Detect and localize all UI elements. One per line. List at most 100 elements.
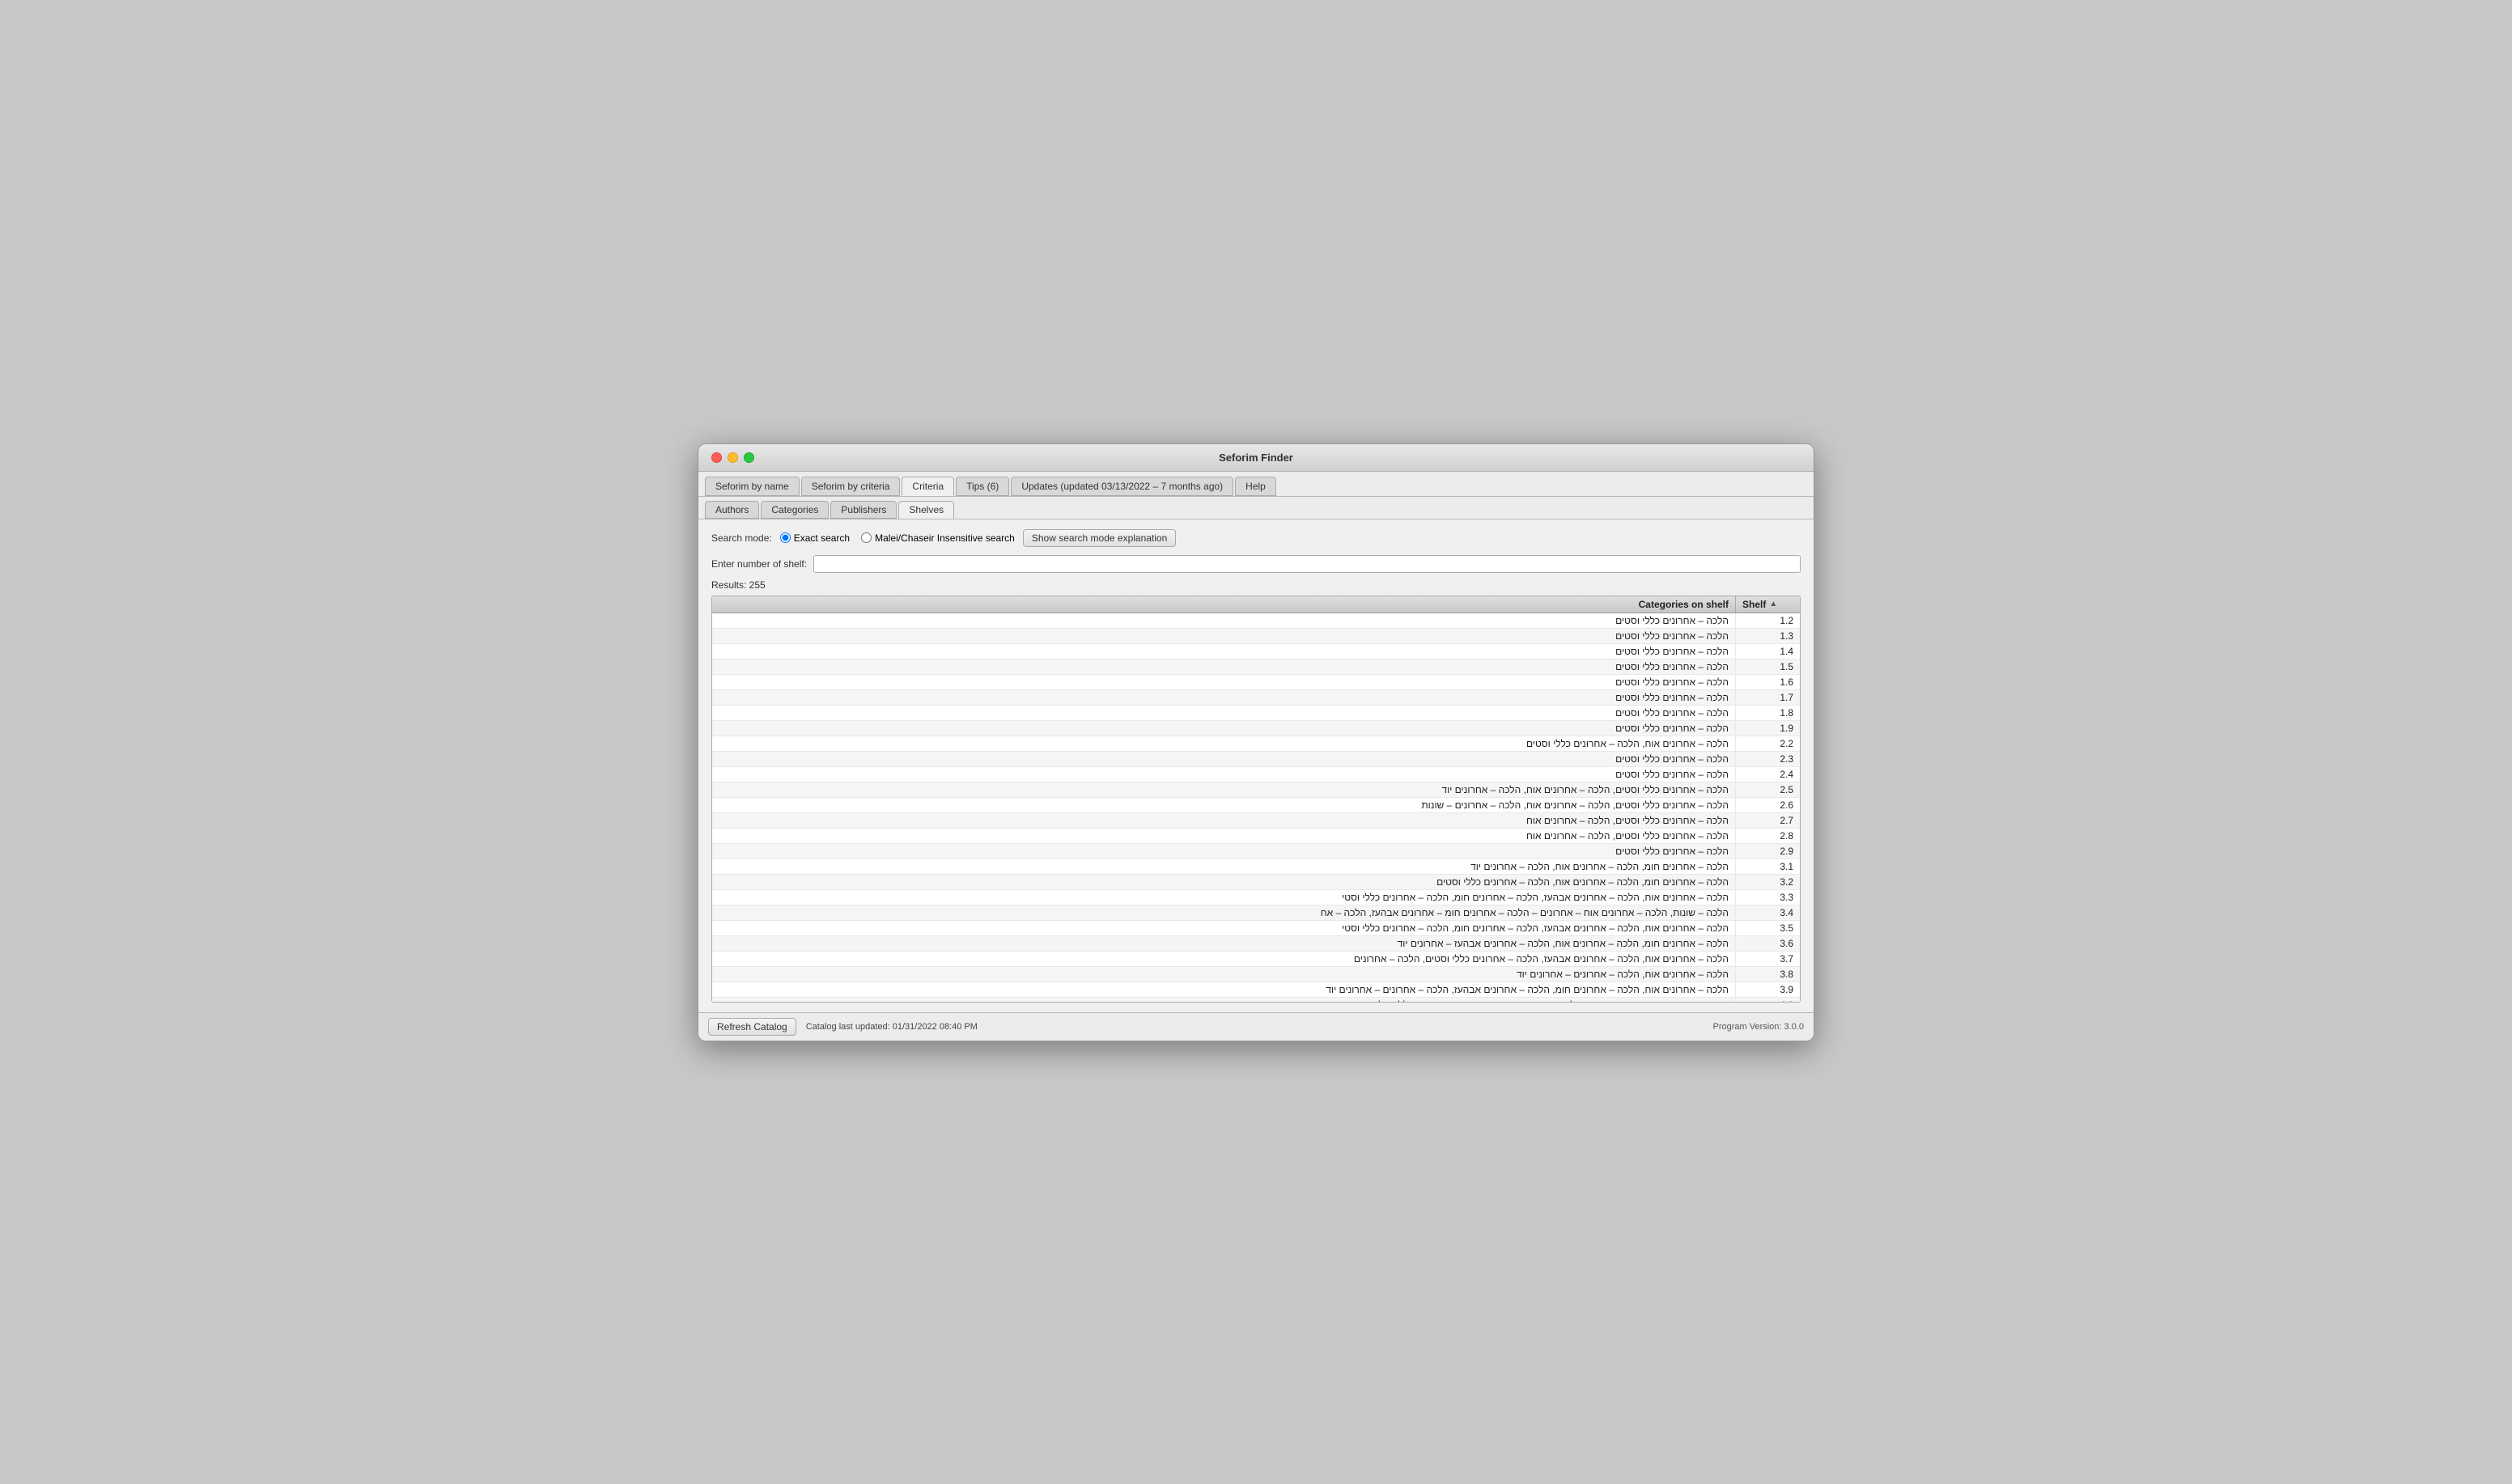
table-row[interactable]: הלכה – אחרונים כללי וסטים 1.3 [712, 629, 1800, 644]
cell-shelf: 1.9 [1735, 721, 1800, 736]
table-row[interactable]: הלכה – אחרונים כללי וסטים, הלכה – אחרוני… [712, 798, 1800, 813]
table-row[interactable]: מוסר ועניני אגדה – מועדים – שונות, הלכה … [712, 998, 1800, 1002]
sub-tab-publishers[interactable]: Publishers [830, 501, 897, 519]
table-row[interactable]: הלכה – אחרונים כללי וסטים 1.9 [712, 721, 1800, 736]
cell-categories: הלכה – אחרונים כללי וסטים [712, 690, 1735, 705]
sub-tab-categories[interactable]: Categories [761, 501, 829, 519]
table-row[interactable]: הלכה – אחרונים כללי וסטים 1.6 [712, 675, 1800, 690]
radio-exact-search-label: Exact search [794, 532, 850, 544]
sub-tab-authors[interactable]: Authors [705, 501, 759, 519]
cell-categories: הלכה – אחרונים חומ, הלכה – אחרונים אוח, … [712, 936, 1735, 951]
table-row[interactable]: הלכה – אחרונים אוח, הלכה – אחרונים אבהעז… [712, 921, 1800, 936]
results-count: Results: 255 [711, 579, 1801, 591]
tab-seforim-by-criteria[interactable]: Seforim by criteria [801, 477, 901, 496]
cell-categories: הלכה – אחרונים כללי וסטים [712, 721, 1735, 736]
maximize-button[interactable] [744, 452, 754, 463]
cell-shelf: 1.4 [1735, 644, 1800, 659]
cell-categories: הלכה – אחרונים כללי וסטים [712, 629, 1735, 643]
radio-malei-chaseir[interactable]: Malei/Chaseir Insensitive search [861, 532, 1015, 544]
title-bar: Seforim Finder [698, 444, 1814, 472]
refresh-catalog-button[interactable]: Refresh Catalog [708, 1018, 796, 1036]
results-table: Categories on shelf Shelf ▲ הלכה – אחרונ… [711, 596, 1801, 1003]
table-row[interactable]: הלכה – אחרונים כללי וסטים, הלכה – אחרוני… [712, 813, 1800, 829]
status-left: Refresh Catalog Catalog last updated: 01… [708, 1018, 978, 1036]
cell-categories: הלכה – אחרונים כללי וסטים [712, 613, 1735, 628]
cell-shelf: 3.7 [1735, 952, 1800, 966]
cell-categories: הלכה – אחרונים כללי וסטים [712, 844, 1735, 859]
radio-exact-search[interactable]: Exact search [780, 532, 850, 544]
column-header-shelf-label: Shelf [1742, 599, 1766, 610]
column-header-categories[interactable]: Categories on shelf [712, 596, 1735, 613]
cell-shelf: 3.2 [1735, 875, 1800, 889]
minimize-button[interactable] [728, 452, 738, 463]
show-search-mode-explanation-button[interactable]: Show search mode explanation [1023, 529, 1176, 547]
sub-tab-shelves[interactable]: Shelves [898, 501, 954, 519]
cell-shelf: 4.1 [1735, 998, 1800, 1002]
radio-group: Exact search Malei/Chaseir Insensitive s… [780, 532, 1015, 544]
tab-criteria[interactable]: Criteria [902, 477, 954, 496]
table-row[interactable]: הלכה – אחרונים אוח, הלכה – אחרונים אבהעז… [712, 952, 1800, 967]
table-row[interactable]: הלכה – אחרונים כללי וסטים 1.2 [712, 613, 1800, 629]
table-body[interactable]: הלכה – אחרונים כללי וסטים 1.2 הלכה – אחר… [712, 613, 1800, 1002]
column-header-shelf[interactable]: Shelf ▲ [1735, 596, 1800, 613]
cell-categories: הלכה – אחרונים כללי וסטים [712, 706, 1735, 720]
sort-arrow-icon: ▲ [1769, 600, 1777, 608]
program-version: Program Version: 3.0.0 [1712, 1022, 1804, 1032]
status-bar: Refresh Catalog Catalog last updated: 01… [698, 1012, 1814, 1041]
cell-categories: הלכה – אחרונים אוח, הלכה – אחרונים אבהעז… [712, 890, 1735, 905]
table-row[interactable]: הלכה – אחרונים כללי וסטים, הלכה – אחרוני… [712, 782, 1800, 798]
cell-categories: הלכה – אחרונים כללי וסטים [712, 675, 1735, 689]
main-window: Seforim Finder Seforim by name Seforim b… [698, 443, 1814, 1041]
radio-exact-search-input[interactable] [780, 532, 791, 543]
cell-categories: הלכה – אחרונים כללי וסטים [712, 644, 1735, 659]
cell-categories: הלכה – אחרונים כללי וסטים [712, 767, 1735, 782]
table-row[interactable]: הלכה – אחרונים אוח, הלכה – אחרונים כללי … [712, 736, 1800, 752]
cell-shelf: 3.6 [1735, 936, 1800, 951]
cell-shelf: 3.8 [1735, 967, 1800, 982]
table-row[interactable]: הלכה – שונות, הלכה – אחרונים אוח – אחרונ… [712, 905, 1800, 921]
table-row[interactable]: הלכה – אחרונים כללי וסטים 2.4 [712, 767, 1800, 782]
table-row[interactable]: הלכה – אחרונים כללי וסטים 2.9 [712, 844, 1800, 859]
cell-shelf: 2.7 [1735, 813, 1800, 828]
cell-categories: הלכה – אחרונים כללי וסטים, הלכה – אחרוני… [712, 798, 1735, 812]
tab-seforim-by-name[interactable]: Seforim by name [705, 477, 800, 496]
tab-tips[interactable]: Tips (6) [956, 477, 1009, 496]
table-row[interactable]: הלכה – אחרונים חומ, הלכה – אחרונים אוח, … [712, 859, 1800, 875]
cell-categories: הלכה – אחרונים אוח, הלכה – אחרונים – אחר… [712, 967, 1735, 982]
window-title: Seforim Finder [1219, 452, 1293, 464]
catalog-last-updated: Catalog last updated: 01/31/2022 08:40 P… [806, 1022, 978, 1032]
search-mode-label: Search mode: [711, 532, 772, 544]
cell-shelf: 3.3 [1735, 890, 1800, 905]
cell-categories: הלכה – אחרונים חומ, הלכה – אחרונים אוח, … [712, 875, 1735, 889]
cell-categories: הלכה – אחרונים אוח, הלכה – אחרונים אבהעז… [712, 921, 1735, 935]
radio-malei-chaseir-label: Malei/Chaseir Insensitive search [875, 532, 1015, 544]
table-row[interactable]: הלכה – אחרונים אוח, הלכה – אחרונים אבהעז… [712, 890, 1800, 905]
tab-updates[interactable]: Updates (updated 03/13/2022 – 7 months a… [1011, 477, 1233, 496]
cell-categories: הלכה – אחרונים כללי וסטים [712, 752, 1735, 766]
shelf-number-input[interactable] [813, 555, 1801, 573]
cell-categories: הלכה – אחרונים אוח, הלכה – אחרונים אבהעז… [712, 952, 1735, 966]
radio-malei-chaseir-input[interactable] [861, 532, 872, 543]
table-row[interactable]: הלכה – אחרונים כללי וסטים 1.7 [712, 690, 1800, 706]
table-row[interactable]: הלכה – אחרונים חומ, הלכה – אחרונים אוח, … [712, 875, 1800, 890]
table-row[interactable]: הלכה – אחרונים כללי וסטים 1.8 [712, 706, 1800, 721]
table-row[interactable]: הלכה – אחרונים כללי וסטים 1.4 [712, 644, 1800, 659]
content-area: Search mode: Exact search Malei/Chaseir … [698, 519, 1814, 1012]
table-row[interactable]: הלכה – אחרונים אוח, הלכה – אחרונים – אחר… [712, 967, 1800, 982]
cell-shelf: 2.5 [1735, 782, 1800, 797]
table-row[interactable]: הלכה – אחרונים כללי וסטים, הלכה – אחרוני… [712, 829, 1800, 844]
close-button[interactable] [711, 452, 722, 463]
table-row[interactable]: הלכה – אחרונים כללי וסטים 2.3 [712, 752, 1800, 767]
table-row[interactable]: הלכה – אחרונים חומ, הלכה – אחרונים אוח, … [712, 936, 1800, 952]
cell-categories: הלכה – אחרונים כללי וסטים, הלכה – אחרוני… [712, 829, 1735, 843]
table-row[interactable]: הלכה – אחרונים כללי וסטים 1.5 [712, 659, 1800, 675]
table-row[interactable]: הלכה – אחרונים אוח, הלכה – אחרונים חומ, … [712, 982, 1800, 998]
table-header: Categories on shelf Shelf ▲ [712, 596, 1800, 613]
tab-help[interactable]: Help [1235, 477, 1276, 496]
shelf-number-label: Enter number of shelf: [711, 558, 807, 570]
cell-categories: הלכה – שונות, הלכה – אחרונים אוח – אחרונ… [712, 905, 1735, 920]
traffic-lights [711, 452, 754, 463]
cell-categories: הלכה – אחרונים אוח, הלכה – אחרונים חומ, … [712, 982, 1735, 997]
cell-shelf: 3.5 [1735, 921, 1800, 935]
main-tab-bar: Seforim by name Seforim by criteria Crit… [698, 472, 1814, 497]
